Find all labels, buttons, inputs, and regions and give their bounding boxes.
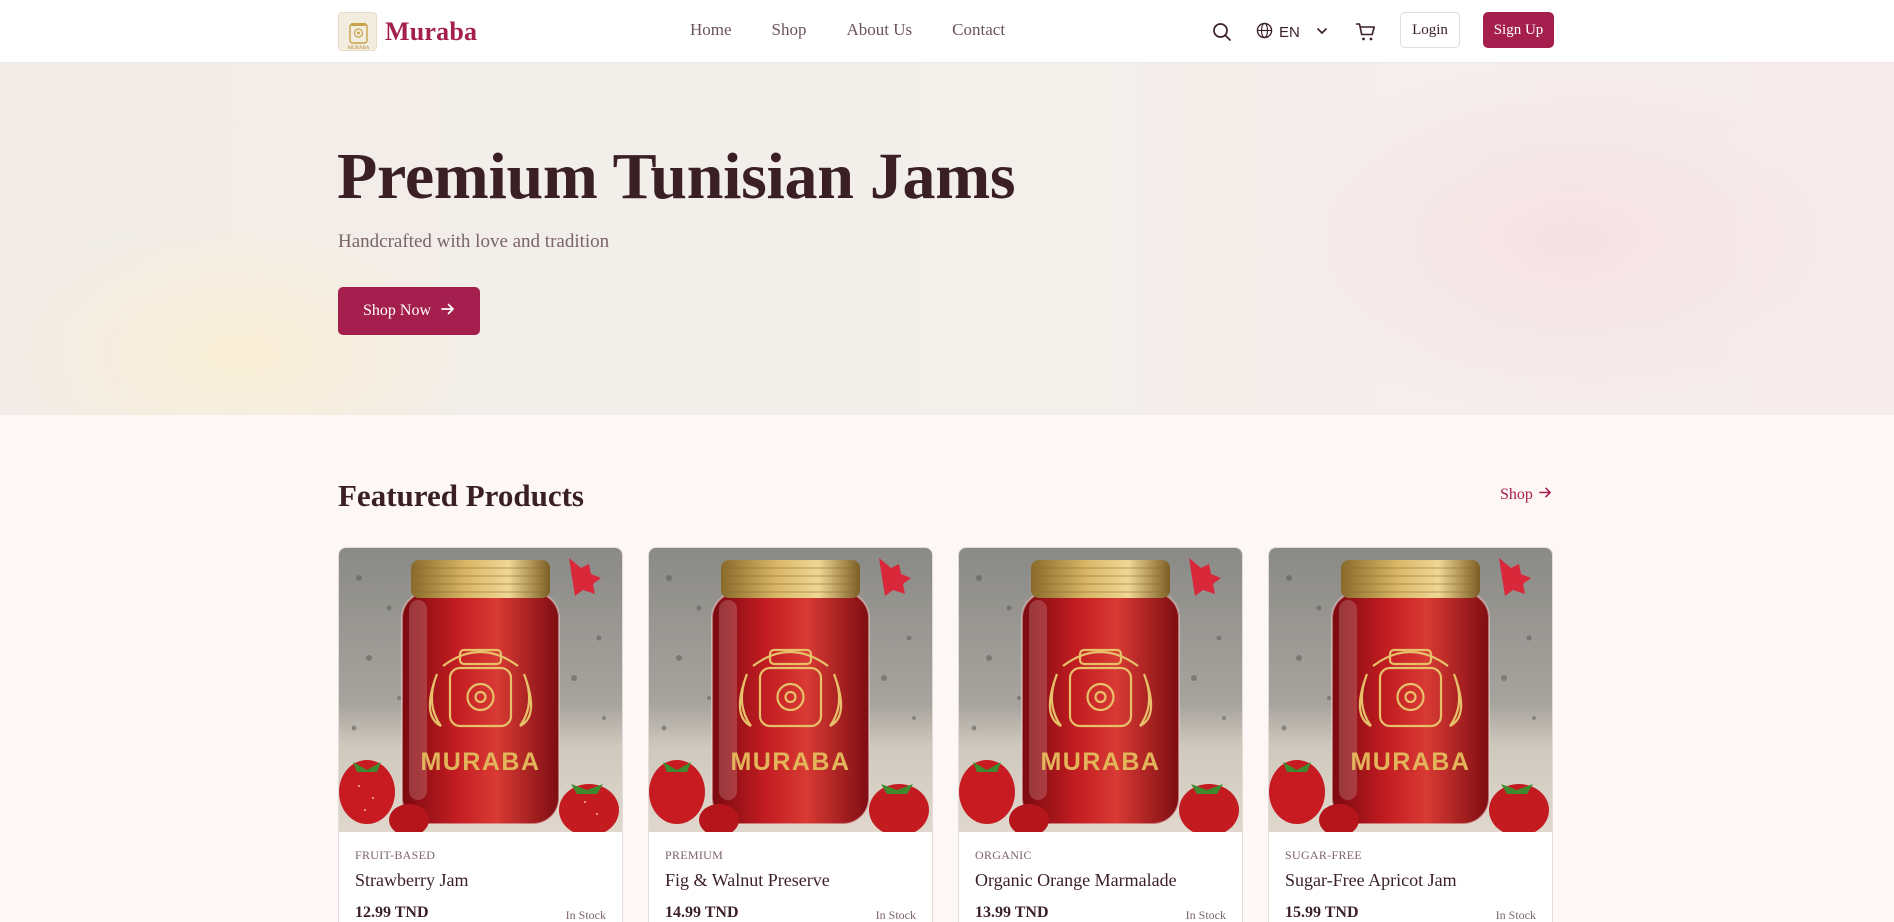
nav-about-us[interactable]: About Us <box>847 20 913 40</box>
stock-status: In Stock <box>1495 908 1536 922</box>
product-card[interactable]: MURABA PREMIUM Fig & Walnut Preserve 14.… <box>648 547 933 922</box>
product-price: 13.99 TND <box>975 904 1049 921</box>
site-header: MURABA Muraba Home Shop About Us Contact… <box>0 0 1894 63</box>
nav-shop[interactable]: Shop <box>772 20 807 40</box>
logo-mark-text: MURABA <box>348 46 370 51</box>
hero-glow-right <box>1250 63 1894 415</box>
product-price: 14.99 TND <box>665 904 739 921</box>
product-name[interactable]: Strawberry Jam <box>355 870 468 891</box>
product-price: 15.99 TND <box>1285 904 1359 921</box>
shop-now-button[interactable]: Shop Now <box>338 287 480 335</box>
product-card[interactable]: MURABA ORGANIC Organic Orange Marmalade … <box>958 547 1243 922</box>
shop-now-label: Shop Now <box>362 302 431 319</box>
hero-section: Premium Tunisian Jams Handcrafted with l… <box>0 63 1894 415</box>
product-name[interactable]: Organic Orange Marmalade <box>975 870 1177 891</box>
product-category: PREMIUM <box>665 848 724 862</box>
logo-icon: MURABA <box>338 12 377 51</box>
brand-name: Muraba <box>385 16 478 46</box>
product-image[interactable]: MURABA <box>959 548 1242 836</box>
product-price: 12.99 TND <box>355 904 429 921</box>
main-nav: Home Shop About Us Contact <box>690 20 1005 40</box>
jar-label-text: MURABA <box>730 748 850 776</box>
stock-status: In Stock <box>1185 908 1226 922</box>
jar-label-text: MURABA <box>420 748 540 776</box>
jar-label-text: MURABA <box>1350 748 1470 776</box>
product-category: ORGANIC <box>975 848 1032 862</box>
shop-link[interactable]: Shop <box>1500 486 1552 504</box>
product-image[interactable]: MURABA <box>649 548 932 836</box>
featured-products-title: Featured Products <box>338 478 584 513</box>
arrow-right-icon <box>441 302 455 321</box>
globe-icon <box>1256 22 1273 43</box>
nav-home[interactable]: Home <box>690 20 732 40</box>
arrow-right-icon <box>1539 486 1552 504</box>
product-category: FRUIT-BASED <box>355 848 436 862</box>
product-image[interactable]: MURABA <box>1269 548 1552 836</box>
stock-status: In Stock <box>565 908 606 922</box>
jar-label-text: MURABA <box>1040 748 1160 776</box>
logo-link[interactable]: MURABA Muraba <box>338 12 477 51</box>
product-name[interactable]: Sugar-Free Apricot Jam <box>1285 870 1457 891</box>
stock-status: In Stock <box>875 908 916 922</box>
header-actions: EN Login Sign Up <box>1210 12 1554 50</box>
product-name[interactable]: Fig & Walnut Preserve <box>665 870 830 891</box>
hero-title: Premium Tunisian Jams <box>337 140 1016 213</box>
search-icon[interactable] <box>1210 20 1234 44</box>
language-selector[interactable]: EN <box>1256 20 1328 44</box>
signup-button[interactable]: Sign Up <box>1483 12 1554 48</box>
product-card[interactable]: MURABA FRUIT-BASED Strawberry Jam 12.99 … <box>338 547 623 922</box>
product-image[interactable]: MURABA <box>339 548 622 836</box>
login-button[interactable]: Login <box>1400 12 1460 48</box>
product-card[interactable]: MURABA SUGAR-FREE Sugar-Free Apricot Jam… <box>1268 547 1553 922</box>
shop-link-label: Shop <box>1500 486 1533 503</box>
hero-subtitle: Handcrafted with love and tradition <box>338 231 610 252</box>
product-category: SUGAR-FREE <box>1285 848 1363 862</box>
language-code: EN <box>1279 23 1300 41</box>
chevron-down-icon <box>1316 24 1328 41</box>
nav-contact[interactable]: Contact <box>952 20 1005 40</box>
cart-icon[interactable] <box>1354 20 1378 44</box>
product-grid: MURABA FRUIT-BASED Strawberry Jam 12.99 … <box>338 547 1554 922</box>
